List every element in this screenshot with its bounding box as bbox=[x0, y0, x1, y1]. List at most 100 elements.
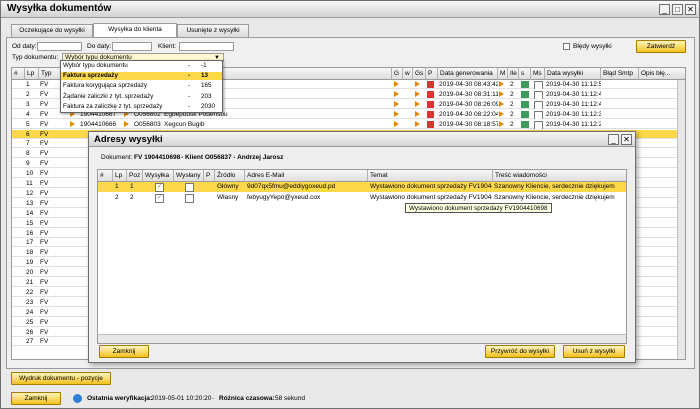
col-data-wysylki[interactable]: Data wysyłki bbox=[545, 68, 601, 80]
row-ile: 2 bbox=[510, 120, 514, 128]
col-hash[interactable]: # bbox=[12, 68, 25, 80]
col-w[interactable]: w bbox=[403, 68, 413, 80]
ms-checkbox[interactable] bbox=[534, 80, 544, 89]
dcol-email[interactable]: Adres E-Mail bbox=[245, 170, 368, 182]
zatwierdz-button[interactable]: Zatwierdź bbox=[636, 40, 686, 53]
link-arrow-icon[interactable] bbox=[124, 120, 132, 129]
dropdown-item[interactable]: Żądanie zaliczki z tyt. sprzedaży - 203 bbox=[61, 93, 222, 101]
bledy-checkbox[interactable] bbox=[563, 43, 570, 50]
temat-tooltip: Wystawiono dokument sprzedaży FV19044106… bbox=[405, 203, 552, 213]
wysylka-checkbox[interactable]: ✓ bbox=[155, 182, 164, 192]
pdf-icon[interactable] bbox=[427, 120, 437, 129]
drow-zrodlo: Własny bbox=[217, 194, 239, 201]
dialog-title-bar: Adresy wysyłki _ ✕ bbox=[89, 132, 635, 147]
dialog-hscrollbar[interactable] bbox=[98, 334, 626, 343]
pdf-icon[interactable] bbox=[427, 100, 437, 109]
tab-usuniete[interactable]: Usunięte z wysyłki bbox=[177, 24, 249, 37]
dialog-close-icon[interactable]: ✕ bbox=[621, 134, 632, 145]
row-data-wysylki: 2019-04-30 11:12:35 bbox=[546, 110, 601, 118]
table-row[interactable]: 5 FV 1904410666 O056803 Xegcun Bugib 2019-04-… bbox=[12, 119, 685, 129]
dcol-zrodlo[interactable]: Źródło bbox=[215, 170, 245, 182]
pdf-icon[interactable] bbox=[427, 110, 437, 119]
wysylka-checkbox[interactable]: ✓ bbox=[155, 193, 164, 203]
row-typ: FV bbox=[40, 189, 49, 197]
wydruk-button[interactable]: Wydruk dokumentu - pozycje bbox=[11, 372, 111, 385]
row-lp: 2 bbox=[26, 90, 30, 98]
ms-checkbox[interactable] bbox=[534, 110, 544, 119]
od-daty-input[interactable] bbox=[37, 42, 82, 51]
wyslany-checkbox[interactable] bbox=[185, 193, 194, 203]
col-ile[interactable]: Ile bbox=[508, 68, 519, 80]
dcol-temat[interactable]: Temat bbox=[368, 170, 493, 182]
dcol-lp[interactable]: Lp bbox=[113, 170, 127, 182]
separator: - bbox=[212, 395, 215, 402]
row-typ: FV bbox=[40, 239, 49, 247]
maximize-icon[interactable]: □ bbox=[672, 4, 683, 15]
dropdown-item[interactable]: Faktura za zaliczkę z tyt. sprzedaży - 203… bbox=[61, 103, 222, 111]
col-gs[interactable]: Gs bbox=[413, 68, 426, 80]
dropdown-item-code: 165 bbox=[201, 82, 212, 90]
col-p[interactable]: P bbox=[426, 68, 438, 80]
dropdown-item[interactable]: Faktura korygująca sprzedaży - 165 bbox=[61, 82, 222, 90]
dropdown-item-label: Wybór typu dokumentu bbox=[63, 62, 128, 69]
close-icon[interactable]: ✕ bbox=[685, 4, 696, 15]
col-m[interactable]: M bbox=[498, 68, 508, 80]
dropdown-item[interactable]: Faktura sprzedaży - 13 bbox=[61, 72, 222, 81]
drow-tresc: Szanowny Kliencie, serdecznie dziękujem bbox=[494, 194, 615, 201]
minimize-icon[interactable]: _ bbox=[659, 4, 670, 15]
col-opis-bledu[interactable]: Opis błę... bbox=[639, 68, 685, 80]
row-lp: 27 bbox=[26, 338, 34, 346]
dropdown-item[interactable]: Wybór typu dokumentu - -1 bbox=[61, 62, 222, 70]
row-nazwa: Xegcun Bugib bbox=[164, 120, 205, 128]
ostatnia-weryfikacja-label: Ostatnia weryfikacja: bbox=[87, 395, 153, 402]
col-lp[interactable]: Lp bbox=[25, 68, 39, 80]
row-data-wysylki: 2019-04-30 11:12:47 bbox=[546, 90, 601, 98]
col-g[interactable]: G bbox=[392, 68, 403, 80]
dropdown-item-code: 2030 bbox=[201, 102, 216, 110]
do-daty-input[interactable] bbox=[112, 42, 152, 51]
row-lp: 1 bbox=[26, 81, 30, 88]
row-lp: 24 bbox=[26, 308, 34, 316]
col-blad-smtp[interactable]: Błąd Smtp bbox=[601, 68, 639, 80]
row-lp: 19 bbox=[26, 259, 34, 267]
drow-temat: Wystawiono dokument sprzedaży FV190441 bbox=[370, 183, 492, 190]
row-lp: 14 bbox=[26, 209, 34, 217]
row-typ: FV bbox=[40, 209, 49, 217]
dcol-wysylka[interactable]: Wysyłka bbox=[143, 170, 174, 182]
usun-button[interactable]: Usuń z wysyłki bbox=[563, 345, 625, 358]
grid-scrollbar[interactable] bbox=[677, 80, 685, 359]
dialog-zamknij-button[interactable]: Zamknij bbox=[99, 345, 149, 358]
drow-poz: 1 bbox=[130, 183, 134, 190]
dcol-tresc[interactable]: Treść wiadomości bbox=[493, 170, 626, 182]
pdf-icon[interactable] bbox=[427, 90, 437, 99]
col-data-generowania[interactable]: Data generowania bbox=[438, 68, 498, 80]
title-bar: Wysyłka dokumentów _ □ ✕ bbox=[1, 1, 699, 18]
dcol-hash[interactable]: # bbox=[98, 170, 113, 182]
dcol-p[interactable]: P bbox=[204, 170, 215, 182]
pdf-icon[interactable] bbox=[427, 80, 437, 89]
col-s[interactable]: s bbox=[519, 68, 531, 80]
ms-checkbox[interactable] bbox=[534, 120, 544, 129]
col-ms[interactable]: Ms bbox=[531, 68, 545, 80]
dcol-wyslany[interactable]: Wysłany bbox=[174, 170, 204, 182]
typ-dokumentu-dropdown: Wybór typu dokumentu - -1 Faktura sprzedaży… bbox=[60, 60, 223, 113]
row-typ: FV bbox=[40, 219, 49, 227]
dropdown-item-dash: - bbox=[188, 102, 191, 110]
wyslany-checkbox[interactable] bbox=[185, 182, 194, 192]
table-row[interactable]: 1 1 ✓ Główny 9d07qx5fmu@eddiygoxeud.pd Wystaw… bbox=[98, 182, 626, 192]
status-g-icon bbox=[394, 90, 403, 99]
dcol-poz[interactable]: Poz bbox=[127, 170, 143, 182]
table-row[interactable]: 2 2 ✓ Własny febyugyYepo@yxeud.cox Wystawiono… bbox=[98, 193, 626, 203]
drow-email: 9d07qx5fmu@eddiygoxeud.pd bbox=[247, 183, 336, 190]
row-kod: O056803 bbox=[134, 120, 161, 128]
ms-checkbox[interactable] bbox=[534, 100, 544, 109]
row-lp: 26 bbox=[26, 328, 34, 336]
zamknij-button[interactable]: Zamknij bbox=[11, 392, 61, 405]
klient-input[interactable] bbox=[179, 42, 234, 51]
dialog-minimize-icon[interactable]: _ bbox=[608, 134, 619, 145]
link-arrow-icon[interactable] bbox=[70, 120, 78, 129]
ms-checkbox[interactable] bbox=[534, 90, 544, 99]
tab-wysylka-do-klienta[interactable]: Wysyłka do klienta bbox=[93, 23, 177, 38]
przywroc-button[interactable]: Przywróć do wysyłki bbox=[485, 345, 555, 358]
tab-oczekujace[interactable]: Oczekujące do wysyłki bbox=[11, 24, 93, 37]
